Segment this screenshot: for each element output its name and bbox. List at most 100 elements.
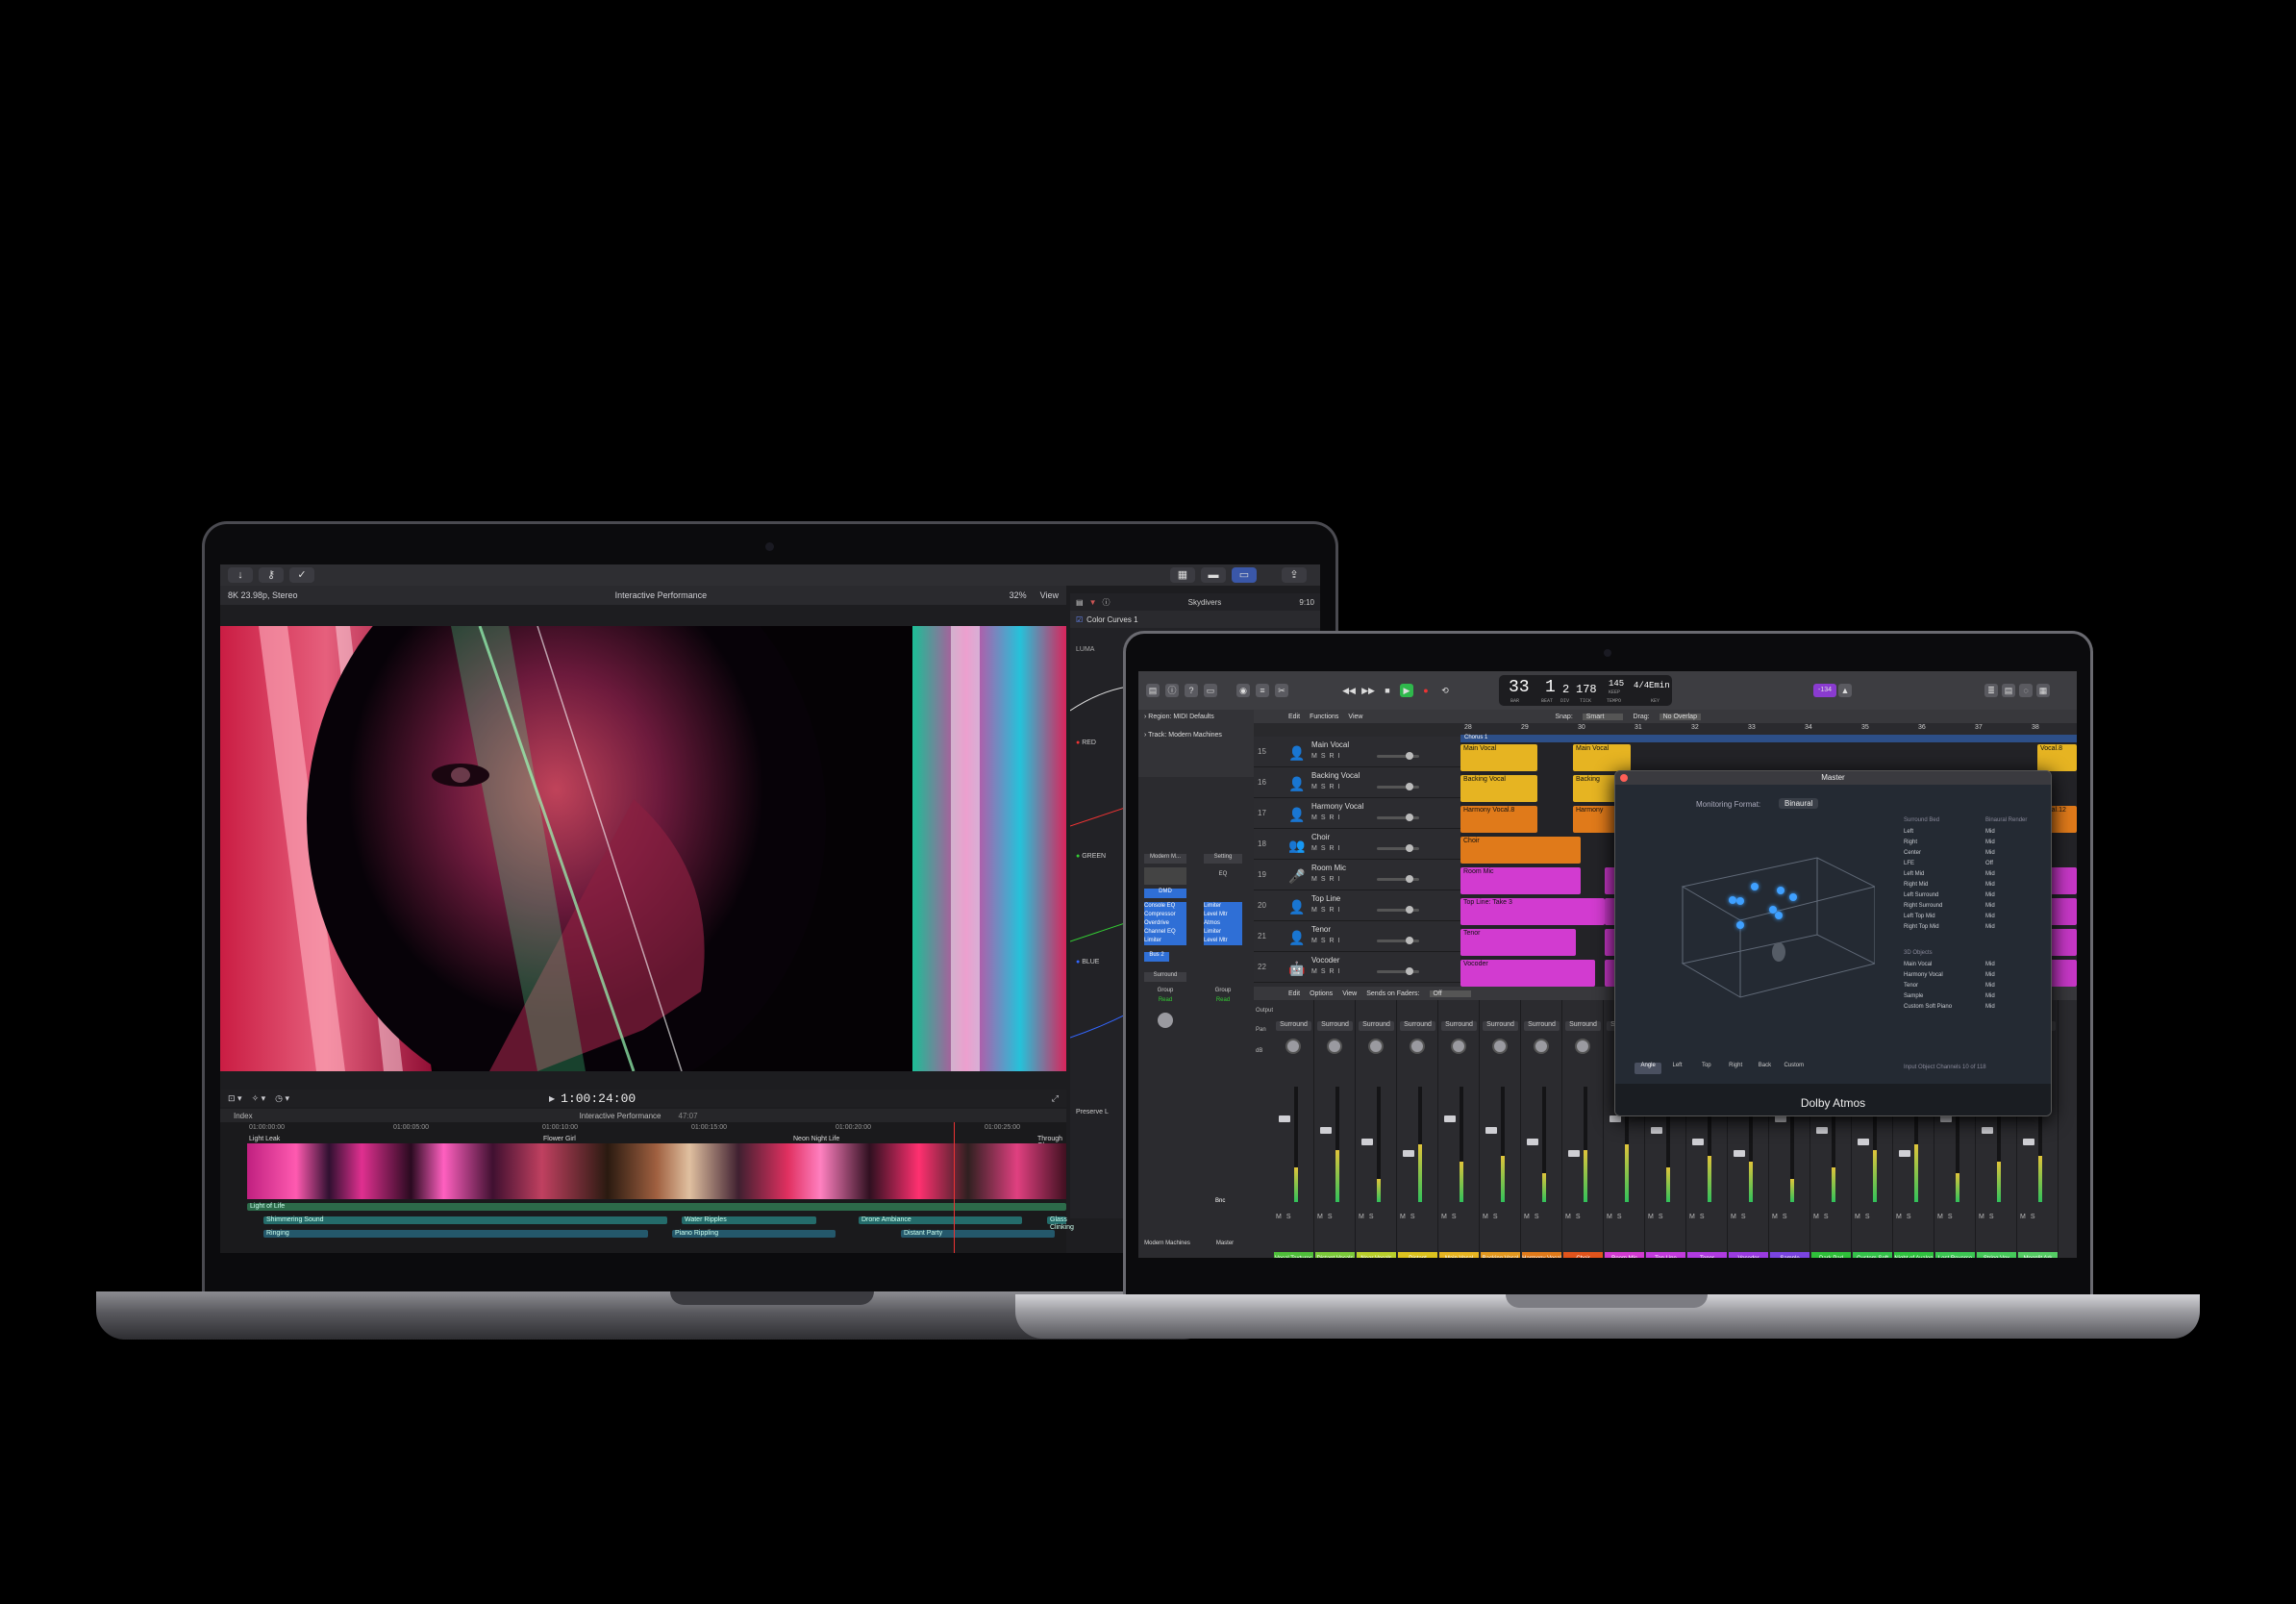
pan-knob[interactable] [1451, 1039, 1466, 1054]
mute-solo-buttons[interactable]: MS [1648, 1214, 1668, 1220]
timeline-project-name[interactable]: Interactive Performance [580, 1112, 661, 1120]
channel-strip[interactable]: Surround MS Distant Harmonies [1397, 1000, 1438, 1258]
object-dot[interactable] [1729, 896, 1736, 904]
checkmark-icon[interactable]: ✓ [289, 567, 314, 583]
volume-fader[interactable] [1403, 1150, 1414, 1157]
automation-read[interactable]: Read [1204, 997, 1242, 1006]
pan-knob[interactable] [1492, 1039, 1508, 1054]
mute-solo-buttons[interactable]: MS [1400, 1214, 1420, 1220]
toolbar-icon[interactable]: ▭ [1204, 684, 1217, 697]
pan-knob[interactable] [1534, 1039, 1549, 1054]
track-buttons[interactable]: MSRI [1311, 907, 1344, 914]
info-icon[interactable]: ⓘ [1165, 684, 1179, 697]
track-header[interactable]: 16 👤 Backing Vocal MSRI [1254, 767, 1460, 798]
inspector-preset[interactable]: Modern M... [1144, 854, 1186, 864]
region[interactable]: Main Vocal [1573, 744, 1631, 771]
playhead[interactable] [954, 1122, 955, 1253]
volume-fader[interactable] [1568, 1150, 1580, 1157]
volume-fader[interactable] [1610, 1115, 1621, 1122]
mute-solo-buttons[interactable]: MS [1359, 1214, 1379, 1220]
mixer-view-menu[interactable]: View [1342, 990, 1357, 997]
stop-icon[interactable]: ■ [1381, 684, 1394, 697]
sends-value[interactable]: Off [1429, 990, 1471, 997]
mute-solo-buttons[interactable]: MS [1607, 1214, 1627, 1220]
mute-solo-buttons[interactable]: MS [1524, 1214, 1544, 1220]
list-icon[interactable]: ≣ [1984, 684, 1998, 697]
region[interactable]: Main Vocal [1460, 744, 1537, 771]
object-dot[interactable] [1789, 893, 1797, 901]
output-surround[interactable]: Surround [1276, 1021, 1311, 1031]
fast-forward-icon[interactable]: ▶▶ [1361, 684, 1375, 697]
view-tab[interactable]: Left [1663, 1063, 1690, 1074]
setting-button[interactable]: Setting [1204, 854, 1242, 864]
audio-clip[interactable]: Ringing [263, 1230, 648, 1238]
view-menu[interactable]: View [1348, 714, 1362, 720]
view-tab[interactable]: Custom [1781, 1063, 1808, 1074]
output-surround[interactable]: Surround [1565, 1021, 1601, 1031]
library-icon[interactable]: ▤ [1146, 684, 1160, 697]
volume-fader[interactable] [1320, 1127, 1332, 1134]
edit-menu[interactable]: Edit [1288, 714, 1300, 720]
track-header[interactable]: 20 👤 Top Line MSRI [1254, 890, 1460, 921]
mixer-options-menu[interactable]: Options [1310, 990, 1333, 997]
fullscreen-icon[interactable]: ⤢ [1052, 1093, 1059, 1104]
enhance-icon[interactable]: ✧ ▾ [252, 1093, 266, 1104]
volume-fader[interactable] [1692, 1139, 1704, 1145]
channel-strip[interactable]: Surround MS Main Vocal [1438, 1000, 1480, 1258]
volume-fader[interactable] [1444, 1115, 1456, 1122]
mute-solo-buttons[interactable]: MS [1441, 1214, 1461, 1220]
notes-icon[interactable]: ▤ [2002, 684, 2015, 697]
view-tab[interactable]: Right [1722, 1063, 1749, 1074]
track-volume-slider[interactable] [1377, 844, 1419, 852]
mute-solo-buttons[interactable]: MS [1317, 1214, 1337, 1220]
speed-icon[interactable]: ◷ ▾ [275, 1093, 289, 1104]
object-dot[interactable] [1777, 887, 1784, 894]
checkbox-icon[interactable]: ☑ [1076, 615, 1083, 624]
audio-clip[interactable]: Distant Party [901, 1230, 1055, 1238]
track-header[interactable]: 19 🎤 Room Mic MSRI [1254, 860, 1460, 890]
volume-fader[interactable] [1485, 1127, 1497, 1134]
mute-solo-buttons[interactable]: MS [1276, 1214, 1296, 1220]
channel-strip[interactable]: Surround MS Distant Vocals [1314, 1000, 1356, 1258]
channel-strip[interactable]: Surround MS Near Vocals [1356, 1000, 1397, 1258]
color-icon[interactable]: ▼ [1089, 598, 1097, 607]
object-dot[interactable] [1775, 912, 1783, 919]
output-surround[interactable]: Surround [1359, 1021, 1394, 1031]
volume-fader[interactable] [1651, 1127, 1662, 1134]
mute-solo-buttons[interactable]: MS [1772, 1214, 1792, 1220]
track-volume-slider[interactable] [1377, 752, 1419, 760]
output-surround[interactable]: Surround [1144, 972, 1186, 982]
video-clip-filmstrip[interactable] [247, 1143, 1066, 1199]
pan-knob[interactable] [1410, 1039, 1425, 1054]
view-tab[interactable]: Top [1693, 1063, 1720, 1074]
color-curves-graph[interactable] [1070, 653, 1128, 1095]
tempo[interactable]: 145 [1609, 679, 1624, 689]
volume-fader[interactable] [1816, 1127, 1828, 1134]
track-volume-slider[interactable] [1377, 814, 1419, 821]
track-volume-slider[interactable] [1377, 875, 1419, 883]
help-icon[interactable]: ? [1185, 684, 1198, 697]
zoom-menu[interactable]: 32% [1010, 590, 1027, 600]
track-buttons[interactable]: MSRI [1311, 876, 1344, 883]
track-buttons[interactable]: MSRI [1311, 784, 1344, 790]
dmd-plugin[interactable]: DMD [1144, 889, 1186, 898]
track-header[interactable]: 18 👥 Choir MSRI [1254, 829, 1460, 860]
close-icon[interactable] [1620, 774, 1628, 782]
metronome-icon[interactable]: ▲ [1838, 684, 1852, 697]
view-tab[interactable]: Angle [1635, 1063, 1662, 1074]
output-surround[interactable]: Surround [1483, 1021, 1518, 1031]
region[interactable]: Backing Vocal [1460, 775, 1537, 802]
region[interactable]: Room Mic [1460, 867, 1581, 894]
browser-layout-icon[interactable]: ▦ [1170, 567, 1195, 583]
keyword-icon[interactable]: ⚷ [259, 567, 284, 583]
mute-solo-buttons[interactable]: MS [1483, 1214, 1503, 1220]
monitoring-format-menu[interactable]: Binaural [1779, 798, 1819, 809]
volume-fader[interactable] [1279, 1115, 1290, 1122]
timeline[interactable]: Index Interactive Performance 47:07 01:0… [220, 1109, 1074, 1253]
smart-controls-icon[interactable]: ◉ [1236, 684, 1250, 697]
marker-chorus[interactable]: Chorus 1 [1460, 735, 2077, 742]
volume-fader[interactable] [1982, 1127, 1993, 1134]
region[interactable]: Vocal.8 [2037, 744, 2077, 771]
output-surround[interactable]: Surround [1317, 1021, 1353, 1031]
key[interactable]: Emin [1649, 681, 1670, 690]
